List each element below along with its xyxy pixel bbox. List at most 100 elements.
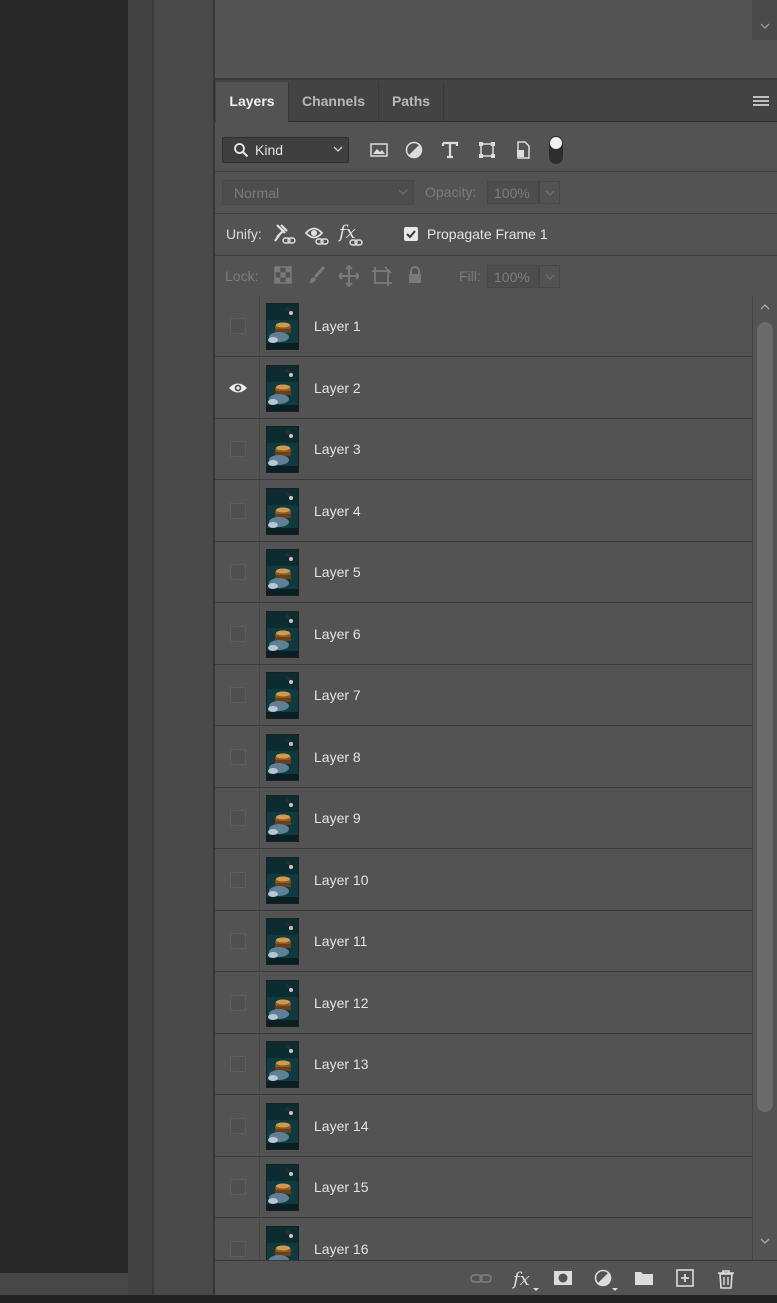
layer-name[interactable]: Layer 6: [314, 626, 361, 642]
layer-name[interactable]: Layer 10: [314, 872, 368, 888]
panel-menu-icon[interactable]: [753, 96, 769, 108]
smart-object-filter-icon[interactable]: [513, 140, 533, 160]
chevron-up-icon[interactable]: [759, 302, 771, 312]
visibility-checkbox[interactable]: [230, 933, 246, 949]
layer-name[interactable]: Layer 7: [314, 687, 361, 703]
layer-row[interactable]: Layer 8: [215, 727, 752, 788]
new-layer-icon[interactable]: [675, 1269, 695, 1287]
layer-row[interactable]: Layer 9: [215, 788, 752, 849]
visibility-toggle[interactable]: [215, 419, 260, 479]
opacity-dropdown[interactable]: [539, 181, 560, 204]
layer-name[interactable]: Layer 2: [314, 380, 361, 396]
tab-layers[interactable]: Layers: [216, 82, 289, 122]
visibility-toggle[interactable]: [215, 604, 260, 664]
chevron-down-icon[interactable]: [759, 1236, 771, 1246]
fx-icon[interactable]: fx: [512, 1269, 540, 1293]
filter-kind-select[interactable]: Kind: [222, 137, 349, 163]
scrollbar-thumb[interactable]: [757, 322, 773, 1112]
layer-name[interactable]: Layer 5: [314, 564, 361, 580]
visibility-toggle[interactable]: [215, 788, 260, 848]
adjustment-filter-icon[interactable]: [404, 140, 424, 160]
tab-channels[interactable]: Channels: [289, 82, 379, 122]
lock-artboard-icon[interactable]: [371, 265, 393, 287]
visibility-checkbox[interactable]: [230, 687, 246, 703]
visibility-toggle[interactable]: [215, 1096, 260, 1156]
visibility-toggle[interactable]: [215, 1219, 260, 1260]
unify-position-icon[interactable]: [271, 221, 299, 249]
layer-row[interactable]: Layer 16: [215, 1219, 752, 1260]
visibility-checkbox[interactable]: [230, 1056, 246, 1072]
visibility-checkbox[interactable]: [230, 1118, 246, 1134]
visibility-toggle[interactable]: [215, 727, 260, 787]
layer-list-scrollbar[interactable]: [752, 296, 777, 1260]
visibility-checkbox[interactable]: [230, 564, 246, 580]
type-filter-icon[interactable]: [440, 140, 460, 160]
layer-row[interactable]: Layer 11: [215, 911, 752, 972]
visibility-toggle[interactable]: [215, 850, 260, 910]
visibility-checkbox[interactable]: [230, 995, 246, 1011]
visibility-checkbox[interactable]: [230, 1179, 246, 1195]
layer-row[interactable]: Layer 6: [215, 604, 752, 665]
shape-filter-icon[interactable]: [477, 140, 497, 160]
layer-name[interactable]: Layer 13: [314, 1056, 368, 1072]
lock-all-icon[interactable]: [407, 265, 423, 285]
visibility-checkbox[interactable]: [230, 503, 246, 519]
visibility-toggle[interactable]: [215, 1157, 260, 1217]
visibility-toggle[interactable]: [215, 665, 260, 725]
blend-mode-select[interactable]: Normal: [222, 180, 414, 205]
layer-name[interactable]: Layer 11: [314, 933, 367, 949]
layer-name[interactable]: Layer 15: [314, 1179, 368, 1195]
lock-transparent-pixels-icon[interactable]: [274, 265, 292, 285]
fill-field[interactable]: 100%: [487, 265, 539, 288]
filter-toggle-switch[interactable]: [549, 136, 563, 164]
visibility-checkbox[interactable]: [230, 318, 246, 334]
layer-row[interactable]: Layer 10: [215, 850, 752, 911]
visibility-toggle[interactable]: [215, 911, 260, 971]
chevron-down-icon[interactable]: [760, 22, 770, 30]
propagate-frame-checkbox[interactable]: [404, 227, 418, 241]
layer-name[interactable]: Layer 12: [314, 995, 368, 1011]
layer-name[interactable]: Layer 14: [314, 1118, 368, 1134]
visibility-toggle[interactable]: [215, 1034, 260, 1094]
layer-name[interactable]: Layer 1: [314, 318, 361, 334]
layer-name[interactable]: Layer 3: [314, 441, 361, 457]
opacity-field[interactable]: 100%: [487, 181, 539, 204]
layer-row[interactable]: Layer 12: [215, 973, 752, 1034]
add-mask-icon[interactable]: [553, 1269, 573, 1287]
visibility-checkbox[interactable]: [230, 810, 246, 826]
layer-row[interactable]: Layer 13: [215, 1034, 752, 1095]
layer-name[interactable]: Layer 9: [314, 810, 361, 826]
tab-paths[interactable]: Paths: [379, 82, 444, 122]
upper-panel-scrollbar[interactable]: [752, 0, 777, 40]
visibility-toggle[interactable]: [215, 358, 260, 418]
unify-style-icon[interactable]: fx: [337, 221, 367, 249]
layer-row[interactable]: Layer 14: [215, 1096, 752, 1157]
visibility-toggle[interactable]: [215, 973, 260, 1033]
layer-row[interactable]: Layer 5: [215, 542, 752, 603]
fill-dropdown[interactable]: [539, 265, 560, 288]
link-layers-icon[interactable]: [470, 1269, 492, 1287]
layer-row[interactable]: Layer 7: [215, 665, 752, 726]
visibility-toggle[interactable]: [215, 481, 260, 541]
layer-row[interactable]: Layer 1: [215, 296, 752, 357]
layer-name[interactable]: Layer 16: [314, 1241, 368, 1257]
trash-icon[interactable]: [716, 1269, 736, 1289]
lock-image-pixels-icon[interactable]: [307, 265, 327, 285]
layer-row[interactable]: Layer 3: [215, 419, 752, 480]
layer-name[interactable]: Layer 4: [314, 503, 361, 519]
visibility-checkbox[interactable]: [230, 749, 246, 765]
layer-row[interactable]: Layer 2: [215, 358, 752, 419]
visibility-checkbox[interactable]: [230, 872, 246, 888]
adjustment-layer-icon[interactable]: [593, 1269, 619, 1293]
layer-row[interactable]: Layer 4: [215, 481, 752, 542]
image-filter-icon[interactable]: [369, 140, 389, 160]
unify-visibility-icon[interactable]: [304, 221, 332, 249]
visibility-checkbox[interactable]: [230, 1241, 246, 1257]
layer-name[interactable]: Layer 8: [314, 749, 361, 765]
lock-position-icon[interactable]: [339, 265, 359, 287]
visibility-checkbox[interactable]: [230, 441, 246, 457]
visibility-toggle[interactable]: [215, 542, 260, 602]
visibility-toggle[interactable]: [215, 296, 260, 356]
visibility-checkbox[interactable]: [230, 626, 246, 642]
layer-row[interactable]: Layer 15: [215, 1157, 752, 1218]
